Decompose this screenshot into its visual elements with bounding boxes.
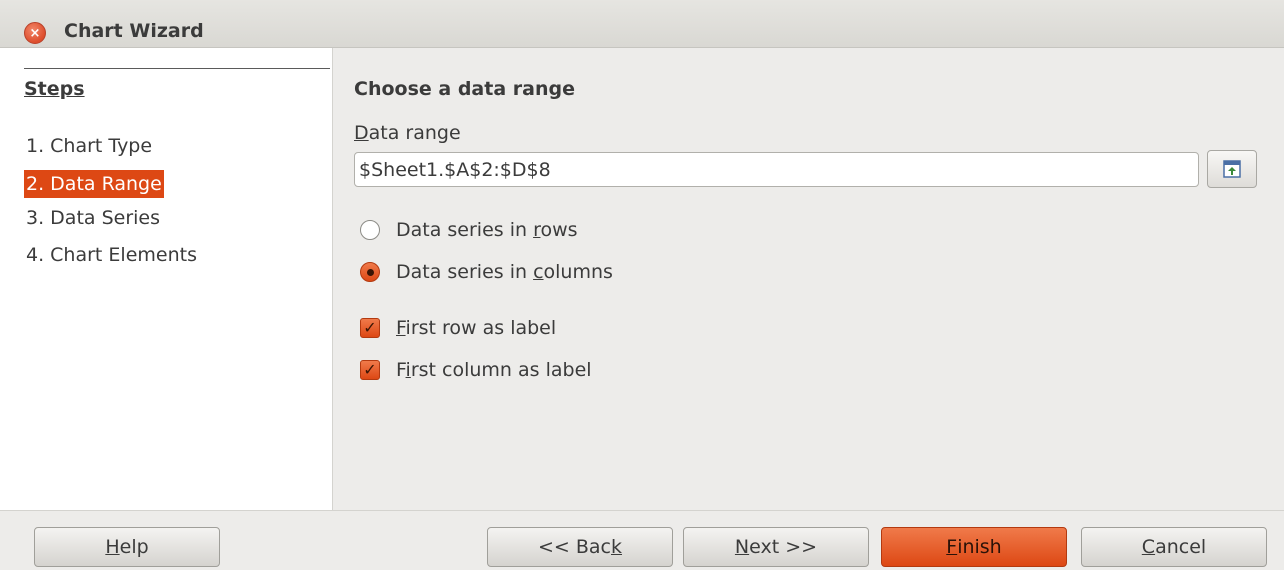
first-column-label: First column as label [396,359,592,381]
radio-columns-button[interactable] [360,262,380,282]
radio-rows[interactable]: Data series in rows [360,216,578,244]
check-first-row[interactable]: ✓ First row as label [360,314,556,342]
first-row-label: First row as label [396,317,557,339]
steps-heading: Steps [24,78,85,100]
main-panel: Choose a data range Data range Data seri… [334,48,1284,510]
close-icon[interactable]: × [24,22,46,44]
finish-button[interactable]: Finish [881,527,1067,567]
step-chart-elements[interactable]: 4. Chart Elements [24,241,199,269]
cancel-button[interactable]: Cancel [1081,527,1267,567]
back-button[interactable]: << Bac k [487,527,673,567]
data-range-input[interactable] [354,152,1199,187]
check-first-column[interactable]: ✓ First column as label [360,356,592,384]
first-row-checkbox[interactable]: ✓ [360,318,380,338]
shrink-button[interactable] [1207,150,1257,188]
data-range-label-rest: ata range [368,122,461,144]
first-column-checkbox[interactable]: ✓ [360,360,380,380]
button-bar: Help << Bac k Next >> Finish Cancel [0,510,1284,570]
title-bar: × Chart Wizard [0,0,1284,48]
next-button[interactable]: Next >> [683,527,869,567]
steps-divider [24,68,330,69]
step-data-series[interactable]: 3. Data Series [24,204,162,232]
shrink-dialog-icon [1223,160,1241,178]
radio-rows-button[interactable] [360,220,380,240]
section-title: Choose a data range [354,78,575,100]
step-chart-type[interactable]: 1. Chart Type [24,132,154,160]
help-button[interactable]: Help [34,527,220,567]
radio-rows-label: Data series in rows [396,219,578,241]
window-title: Chart Wizard [64,20,204,42]
step-data-range[interactable]: 2. Data Range [24,170,164,198]
steps-panel: Steps 1. Chart Type 2. Data Range 3. Dat… [0,48,333,510]
radio-columns[interactable]: Data series in columns [360,258,613,286]
data-range-label: Data range [354,122,461,144]
radio-columns-label: Data series in columns [396,261,613,283]
